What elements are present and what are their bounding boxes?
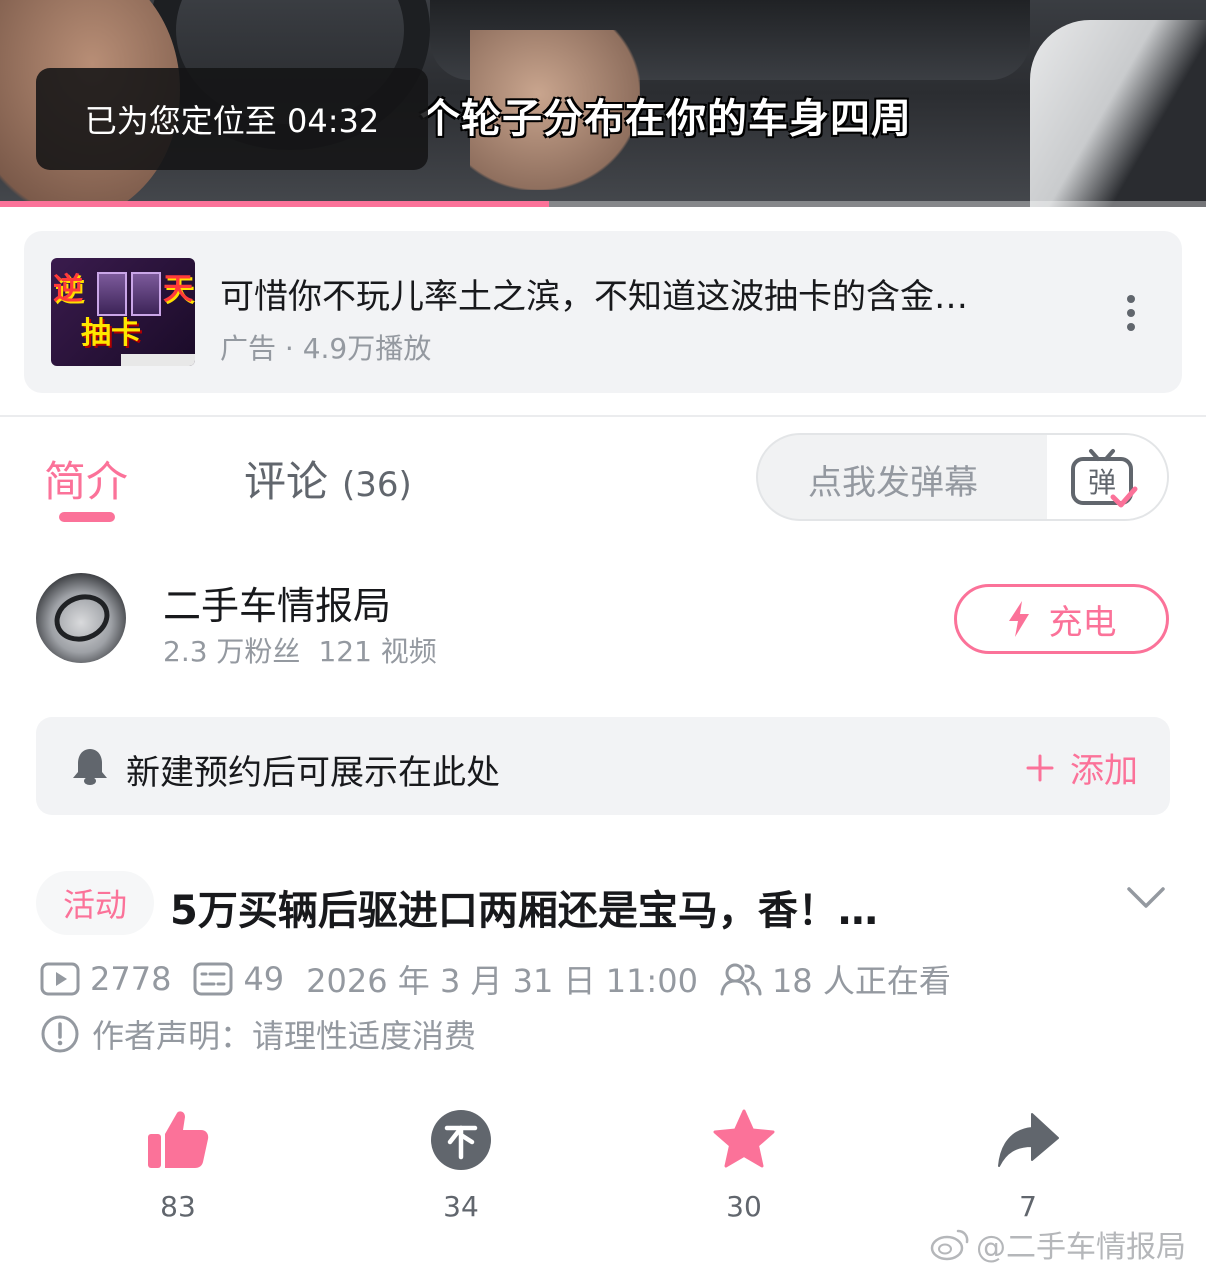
danmaku-count: 49 (193, 960, 284, 998)
share-count: 7 (1019, 1190, 1037, 1223)
activity-tag[interactable]: 活动 (36, 871, 154, 935)
lightning-icon (1008, 601, 1029, 637)
star-icon (713, 1109, 775, 1168)
video-player[interactable]: 个轮子分布在你的车身四周 已为您定位至 04:32 (0, 0, 1206, 207)
reservation-banner: 新建预约后可展示在此处 添加 (36, 717, 1170, 815)
tab-comments[interactable]: 评论 (36) (244, 448, 412, 509)
play-count-icon (40, 962, 80, 996)
comments-count: (36) (342, 465, 412, 505)
watching-now: 18 人正在看 (720, 956, 951, 1002)
danmaku-count-icon (193, 962, 233, 996)
watermark: @二手车情报局 (930, 1222, 1186, 1266)
info-icon (41, 1015, 79, 1053)
uploader-name[interactable]: 二手车情报局 (163, 575, 391, 630)
favorite-count: 30 (726, 1190, 762, 1223)
play-count-value: 2778 (90, 960, 172, 998)
tab-active-indicator (59, 512, 115, 522)
watermark-text: @二手车情报局 (976, 1230, 1186, 1265)
ad-thumbnail: 逆 天 抽卡 (51, 258, 195, 366)
weibo-icon (930, 1229, 969, 1261)
uploader-videos: 121 视频 (318, 635, 437, 668)
danmaku-input[interactable]: 点我发弹幕 弹 (756, 433, 1169, 521)
danmaku-placeholder: 点我发弹幕 (808, 463, 978, 503)
ad-meta: 广告 · 4.9万播放 (220, 332, 432, 365)
seek-toast: 已为您定位至 04:32 (36, 68, 428, 170)
coin-button[interactable]: 34 (401, 1108, 521, 1232)
charge-button[interactable]: 充电 (954, 584, 1169, 654)
bell-icon (73, 749, 107, 785)
tab-intro[interactable]: 简介 (44, 448, 128, 509)
author-declaration-text: 作者声明：请理性适度消费 (92, 1017, 477, 1055)
ad-thumb-text: 抽卡 (81, 316, 141, 351)
more-options-icon[interactable] (1116, 291, 1146, 335)
like-count: 83 (160, 1190, 196, 1223)
coin-count: 34 (443, 1190, 479, 1223)
ad-thumb-bar (121, 354, 195, 366)
favorite-button[interactable]: 30 (684, 1108, 804, 1232)
chevron-down-icon[interactable] (1126, 885, 1166, 911)
charge-label: 充电 (1048, 602, 1117, 643)
svg-text:弹: 弹 (1088, 466, 1116, 499)
ad-title[interactable]: 可惜你不玩儿率土之滨，不知道这波抽卡的含金… (220, 269, 1090, 318)
avatar[interactable] (36, 573, 126, 663)
play-count: 2778 (40, 960, 171, 998)
add-label: 添加 (1070, 751, 1138, 791)
publish-date: 2026 年 3 月 31 日 11:00 (306, 956, 698, 1002)
ad-thumb-text: 逆 (53, 272, 83, 307)
danmaku-icon: 弹 (1071, 449, 1138, 508)
tab-comments-label: 评论 (244, 457, 329, 506)
share-button[interactable]: 7 (968, 1108, 1088, 1232)
uploader-stats: 2.3 万粉丝 121 视频 (163, 630, 437, 670)
people-icon (720, 963, 762, 996)
thumbs-up-icon (148, 1111, 209, 1168)
progress-fill (0, 201, 549, 207)
reservation-text: 新建预约后可展示在此处 (126, 753, 500, 793)
divider (0, 415, 1206, 417)
share-icon (998, 1113, 1059, 1167)
video-title[interactable]: 5万买辆后驱进口两厢还是宝马，香！… (170, 878, 1030, 936)
avatar-logo (47, 586, 117, 650)
like-button[interactable]: 83 (118, 1108, 238, 1232)
danmaku-toggle-button[interactable]: 弹 (1047, 435, 1167, 519)
add-reservation-button[interactable]: 添加 (1026, 743, 1138, 792)
publish-date-value: 2026 年 3 月 31 日 11:00 (306, 962, 698, 1000)
plus-icon (1026, 754, 1054, 781)
coin-icon (431, 1110, 491, 1170)
tab-intro-label: 简介 (44, 457, 129, 506)
ad-card[interactable]: 逆 天 抽卡 可惜你不玩儿率土之滨，不知道这波抽卡的含金… 广告 · 4.9万播… (24, 231, 1182, 393)
uploader-fans: 2.3 万粉丝 (163, 635, 301, 668)
video-frame-door (1030, 20, 1206, 207)
watching-now-value: 18 人正在看 (771, 962, 951, 1000)
author-declaration: 作者声明：请理性适度消费 (40, 1012, 476, 1056)
danmaku-count-value: 49 (243, 960, 285, 998)
video-subtitle: 个轮子分布在你的车身四周 (420, 96, 912, 142)
video-meta-row: 2778 49 2026 年 3 月 31 日 11:00 18 人正在看 (40, 956, 973, 1002)
ad-thumb-text: 天 (163, 272, 193, 307)
